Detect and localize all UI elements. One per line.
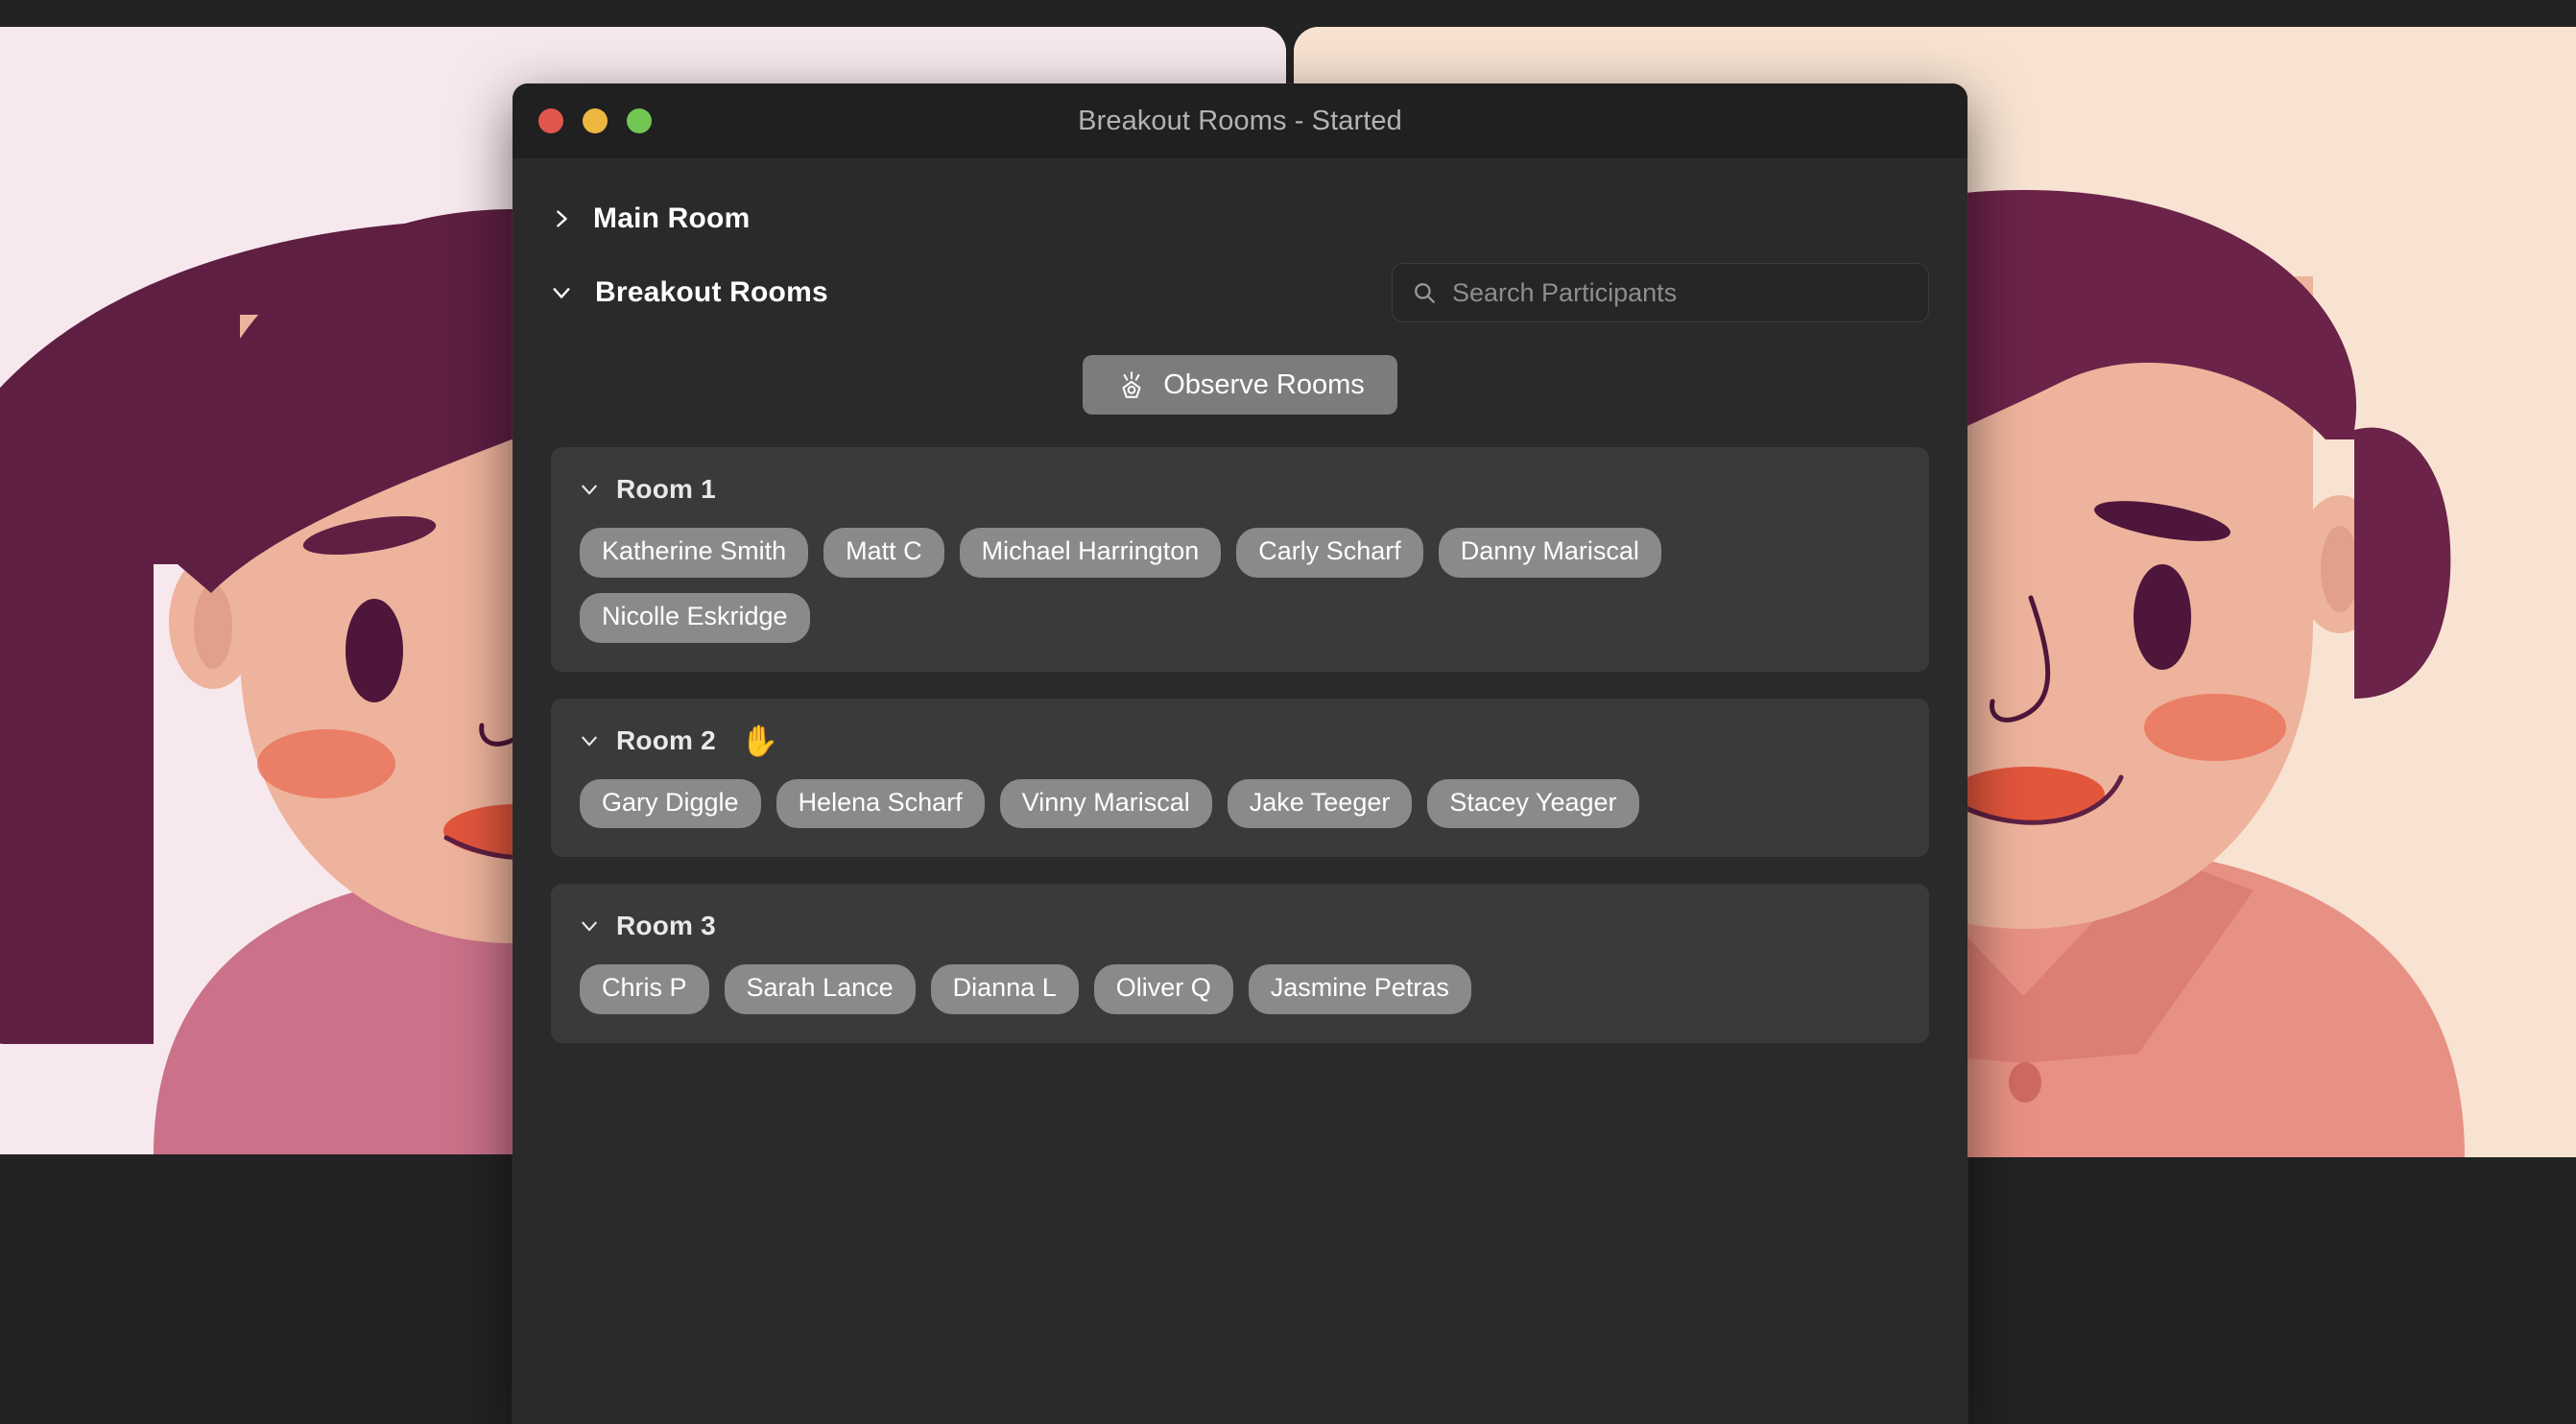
section-main-room-label: Main Room xyxy=(593,202,751,234)
participant-chip[interactable]: Gary Diggle xyxy=(580,778,761,829)
close-button[interactable] xyxy=(538,108,563,133)
participant-chip[interactable]: Katherine Smith xyxy=(580,528,809,578)
search-icon xyxy=(1412,280,1437,305)
breakout-rooms-header: Breakout Rooms xyxy=(551,263,1929,322)
maximize-button[interactable] xyxy=(627,108,652,133)
participant-chips: Katherine Smith Matt C Michael Harringto… xyxy=(580,528,1900,643)
chevron-down-icon[interactable] xyxy=(580,916,599,936)
room-card: Room 2 ✋ Gary Diggle Helena Scharf Vinny… xyxy=(551,698,1929,858)
room-header[interactable]: Room 3 xyxy=(580,911,1900,941)
participant-chip[interactable]: Sarah Lance xyxy=(724,964,916,1014)
search-participants-box[interactable] xyxy=(1392,263,1929,322)
app-background: Breakout Rooms - Started Main Room Break… xyxy=(0,0,2576,1424)
participant-chip[interactable]: Jasmine Petras xyxy=(1248,964,1471,1014)
rooms-list: Room 1 Katherine Smith Matt C Michael Ha… xyxy=(551,447,1929,1043)
participant-chip[interactable]: Michael Harrington xyxy=(959,528,1222,578)
chevron-down-icon[interactable] xyxy=(580,731,599,750)
minimize-button[interactable] xyxy=(583,108,608,133)
participant-chip[interactable]: Chris P xyxy=(580,964,709,1014)
room-title: Room 2 xyxy=(616,724,716,755)
section-main-room[interactable]: Main Room xyxy=(551,192,1929,246)
participant-chip[interactable]: Jake Teeger xyxy=(1227,778,1413,829)
observe-rooms-row: Observe Rooms xyxy=(551,355,1929,415)
participant-chips: Gary Diggle Helena Scharf Vinny Mariscal… xyxy=(580,778,1900,829)
chevron-right-icon[interactable] xyxy=(551,208,572,229)
window-titlebar[interactable]: Breakout Rooms - Started xyxy=(513,83,1968,159)
raised-hand-icon: ✋ xyxy=(740,723,779,758)
participant-chip[interactable]: Helena Scharf xyxy=(775,778,985,829)
observe-rooms-button[interactable]: Observe Rooms xyxy=(1083,355,1397,415)
section-breakout-rooms-label: Breakout Rooms xyxy=(595,276,828,308)
room-title: Room 3 xyxy=(616,911,716,941)
participant-chips: Chris P Sarah Lance Dianna L Oliver Q Ja… xyxy=(580,964,1900,1014)
room-card: Room 3 Chris P Sarah Lance Dianna L Oliv… xyxy=(551,884,1929,1043)
room-header[interactable]: Room 2 ✋ xyxy=(580,725,1900,756)
room-card: Room 1 Katherine Smith Matt C Michael Ha… xyxy=(551,447,1929,672)
room-header[interactable]: Room 1 xyxy=(580,474,1900,505)
participant-chip[interactable]: Nicolle Eskridge xyxy=(580,592,810,643)
participant-chip[interactable]: Carly Scharf xyxy=(1236,528,1423,578)
section-breakout-rooms[interactable]: Breakout Rooms xyxy=(551,276,828,309)
window-title: Breakout Rooms - Started xyxy=(1078,105,1402,136)
participant-chip[interactable]: Stacey Yeager xyxy=(1427,778,1639,829)
participant-chip[interactable]: Danny Mariscal xyxy=(1438,528,1661,578)
observe-rooms-label: Observe Rooms xyxy=(1163,368,1365,400)
breakout-rooms-window: Breakout Rooms - Started Main Room Break… xyxy=(513,83,1968,1424)
participant-chip[interactable]: Matt C xyxy=(823,528,944,578)
participant-chip[interactable]: Oliver Q xyxy=(1093,964,1233,1014)
window-controls xyxy=(538,108,652,133)
eye-observe-icon xyxy=(1115,368,1148,401)
window-body: Main Room Breakout Rooms Search Particip… xyxy=(513,159,1968,1424)
participant-chip[interactable]: Vinny Mariscal xyxy=(999,778,1212,829)
chevron-down-icon[interactable] xyxy=(580,480,599,499)
room-title: Room 1 xyxy=(616,474,716,504)
search-input[interactable] xyxy=(1452,277,1909,308)
chevron-down-icon[interactable] xyxy=(551,282,572,303)
participant-chip[interactable]: Dianna L xyxy=(930,964,1079,1014)
